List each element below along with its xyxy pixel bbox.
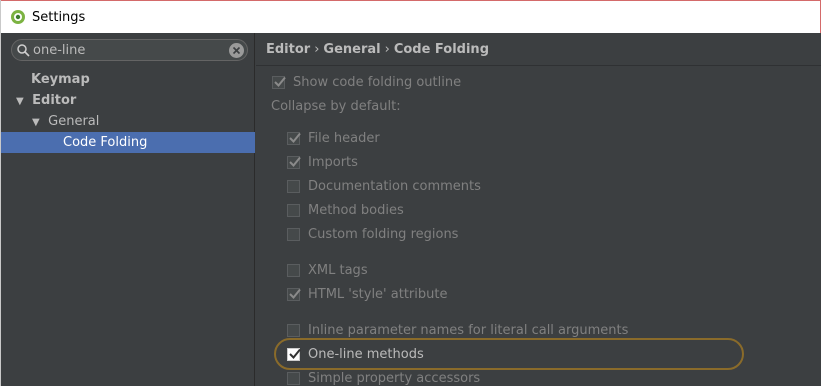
tree-item-editor[interactable]: ▼ Editor: [1, 90, 255, 111]
checkmark-icon: [289, 156, 301, 167]
checkmark-icon: [289, 348, 301, 359]
checkbox[interactable]: [287, 227, 300, 241]
search-input[interactable]: one-line: [33, 43, 229, 58]
tree-item-label: Keymap: [31, 72, 90, 87]
option-inline-parameter-names[interactable]: Inline parameter names for literal call …: [287, 320, 628, 340]
settings-tree: Keymap ▼ Editor ▼ General Code Folding: [1, 69, 255, 153]
android-studio-icon: [11, 10, 25, 24]
title-bar: Settings: [1, 0, 820, 33]
expanded-arrow-icon[interactable]: ▼: [16, 91, 28, 112]
option-xml-tags[interactable]: XML tags: [287, 260, 368, 280]
option-label: Documentation comments: [308, 178, 481, 194]
checkmark-icon: [274, 76, 286, 87]
checkmark-icon: [289, 132, 301, 143]
checkbox[interactable]: [272, 75, 286, 89]
window-title: Settings: [32, 9, 86, 25]
checkbox[interactable]: [287, 287, 301, 301]
breadcrumb-editor: Editor: [266, 42, 311, 57]
checkbox[interactable]: [287, 155, 301, 169]
option-file-header[interactable]: File header: [287, 128, 380, 148]
checkbox[interactable]: [287, 347, 301, 361]
collapse-by-default-label: Collapse by default:: [271, 99, 401, 114]
tree-item-label: General: [48, 114, 100, 129]
breadcrumb: Editor › General › Code Folding: [256, 33, 821, 66]
tree-item-keymap[interactable]: Keymap: [1, 69, 255, 90]
option-label: Method bodies: [308, 202, 404, 218]
tree-item-code-folding[interactable]: Code Folding: [1, 132, 255, 153]
checkmark-icon: [289, 288, 301, 299]
option-label: HTML 'style' attribute: [308, 286, 448, 302]
tree-item-general[interactable]: ▼ General: [1, 111, 255, 132]
option-custom-folding-regions[interactable]: Custom folding regions: [287, 224, 458, 244]
checkbox[interactable]: [287, 179, 300, 193]
option-label: Simple property accessors: [308, 370, 481, 386]
checkbox[interactable]: [287, 323, 300, 337]
option-one-line-methods[interactable]: One-line methods: [287, 344, 424, 364]
option-label: XML tags: [308, 262, 368, 278]
option-show-outline[interactable]: Show code folding outline: [272, 72, 461, 92]
checkbox[interactable]: [287, 371, 300, 385]
breadcrumb-separator: ›: [384, 42, 390, 57]
option-label: One-line methods: [308, 346, 424, 362]
option-label: File header: [308, 130, 380, 146]
search-icon: [17, 43, 30, 57]
option-label: Custom folding regions: [308, 226, 459, 242]
option-simple-property-accessors[interactable]: Simple property accessors: [287, 368, 480, 386]
search-field[interactable]: one-line: [11, 39, 248, 61]
clear-icon[interactable]: [229, 42, 244, 58]
expanded-arrow-icon[interactable]: ▼: [32, 112, 44, 133]
tree-item-label: Editor: [32, 93, 77, 108]
settings-window: Settings one-line Keymap ▼ Editor ▼ Gene…: [0, 0, 821, 386]
breadcrumb-code-folding: Code Folding: [393, 42, 489, 57]
option-label: Inline parameter names for literal call …: [308, 322, 629, 338]
tree-item-label: Code Folding: [63, 135, 148, 150]
option-label: Show code folding outline: [293, 74, 462, 90]
breadcrumb-general: General: [323, 42, 381, 57]
checkbox[interactable]: [287, 131, 301, 145]
checkbox[interactable]: [287, 203, 300, 217]
breadcrumb-separator: ›: [314, 42, 320, 57]
settings-sidebar: one-line Keymap ▼ Editor ▼ General Code …: [1, 33, 255, 386]
option-label: Imports: [308, 154, 358, 170]
option-method-bodies[interactable]: Method bodies: [287, 200, 404, 220]
settings-content: Editor › General › Code Folding Show code fo…: [256, 33, 821, 386]
checkbox[interactable]: [287, 263, 300, 277]
option-imports[interactable]: Imports: [287, 152, 358, 172]
option-documentation-comments[interactable]: Documentation comments: [287, 176, 481, 196]
option-html-style-attribute[interactable]: HTML 'style' attribute: [287, 284, 447, 304]
